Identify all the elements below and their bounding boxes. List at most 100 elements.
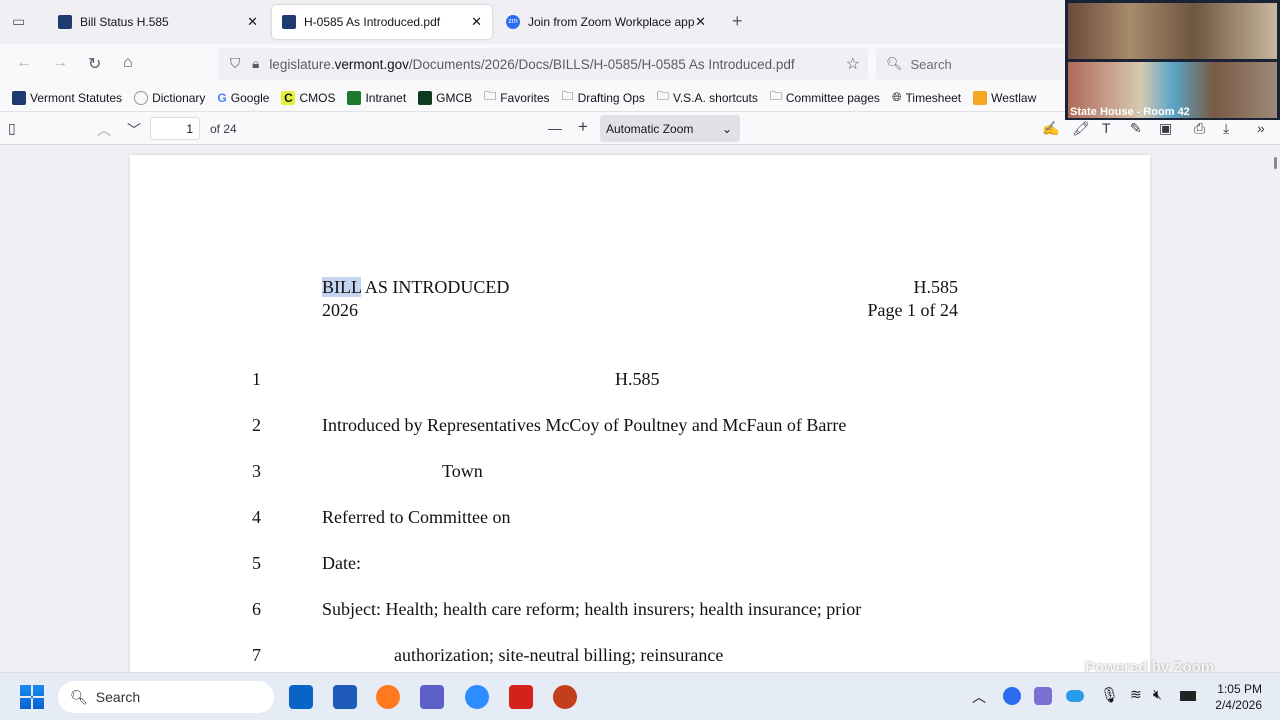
zoom-icon[interactable] xyxy=(465,685,489,709)
bookmark-label: Westlaw xyxy=(991,90,1037,105)
chevron-down-icon: ⌄ xyxy=(721,122,732,136)
clock[interactable]: 1:05 PM 2/4/2026 xyxy=(1208,681,1262,713)
bookmark-drafting-ops[interactable]: 🗀 Drafting Ops xyxy=(562,87,645,108)
selected-text: BILL xyxy=(322,277,362,297)
zoom-in-button[interactable]: + xyxy=(578,117,588,137)
subject-continued: authorization; site-neutral billing; rei… xyxy=(394,645,724,665)
powerpoint-icon[interactable] xyxy=(553,685,577,709)
wifi-icon[interactable]: ≋ xyxy=(1130,686,1142,703)
bookmark-committee-pages[interactable]: 🗀 Committee pages xyxy=(770,87,880,108)
close-tab-icon[interactable]: ✕ xyxy=(247,14,258,30)
cmos-icon: C xyxy=(281,90,296,105)
bookmark-vsa-shortcuts[interactable]: 🗀 V.S.A. shortcuts xyxy=(657,87,758,108)
save-icon[interactable]: ⤓ xyxy=(1223,120,1229,137)
page-number-input[interactable]: 1 xyxy=(150,117,200,140)
firefox-icon[interactable] xyxy=(376,685,400,709)
zoom-select[interactable]: Automatic Zoom ⌄ xyxy=(600,115,740,142)
taskbar-search[interactable]: 🔍︎ Search xyxy=(58,681,274,713)
header-text: AS INTRODUCED xyxy=(361,277,510,297)
line-number: 1 xyxy=(252,369,261,389)
bookmark-timesheet[interactable]: 🌐︎ Timesheet xyxy=(892,90,961,105)
outlook-icon[interactable] xyxy=(289,685,313,709)
bill-title: H.585 xyxy=(615,369,660,389)
bookmark-label: Google xyxy=(230,90,270,105)
shield-icon: ⛉ xyxy=(230,56,241,71)
video-feed-top xyxy=(1068,3,1277,59)
url-bar[interactable]: ⛉ 🔒︎ legislature. vermont.gov/Documents/2… xyxy=(218,48,868,80)
draw-icon[interactable]: ✎ xyxy=(1130,120,1142,137)
highlight-icon[interactable]: 🖍︎ xyxy=(1072,120,1090,137)
bookmark-cmos[interactable]: C CMOS xyxy=(281,90,335,105)
search-icon: 🔍︎ xyxy=(886,56,903,71)
globe-icon: 🌐︎ xyxy=(891,90,902,104)
onedrive-icon[interactable] xyxy=(1066,690,1084,702)
close-tab-icon[interactable]: ✕ xyxy=(695,14,706,30)
folder-icon: 🗀 xyxy=(656,89,669,103)
line-number: 4 xyxy=(252,507,261,527)
tab-label: Join from Zoom Workplace app xyxy=(528,15,695,29)
previous-page-button[interactable]: ︿ xyxy=(97,120,111,140)
tab-bill-status[interactable]: Bill Status H.585 ✕ xyxy=(48,5,268,39)
home-button[interactable]: ⌂ xyxy=(123,54,133,72)
new-tab-button[interactable]: + xyxy=(732,11,743,32)
pdf-viewer: BILL AS INTRODUCED 2026 H.585 Page 1 of … xyxy=(0,145,1280,695)
header-page: Page 1 of 24 xyxy=(867,300,958,320)
sponsors-continued: Town xyxy=(442,461,483,481)
signature-icon[interactable]: ✍ xyxy=(1042,120,1059,137)
search-icon: 🔍︎ xyxy=(70,688,88,705)
word-icon[interactable] xyxy=(333,685,357,709)
tab-pdf[interactable]: H-0585 As Introduced.pdf ✕ xyxy=(272,5,492,39)
bookmark-favorites[interactable]: 🗀 Favorites xyxy=(484,87,549,108)
header-bill-status: BILL AS INTRODUCED xyxy=(322,277,509,298)
line-number: 5 xyxy=(252,553,261,573)
date-line: Date: xyxy=(322,553,361,573)
zoom-tray-icon[interactable] xyxy=(1003,687,1021,705)
url-host: vermont.gov xyxy=(334,56,409,72)
next-page-button[interactable]: ﹀ xyxy=(127,120,141,140)
teams-icon[interactable] xyxy=(420,685,444,709)
text-icon[interactable]: T xyxy=(1102,120,1111,136)
acrobat-icon[interactable] xyxy=(509,685,533,709)
folder-icon: 🗀 xyxy=(561,89,574,103)
speaker-muted-icon[interactable]: 🔇︎ xyxy=(1153,686,1162,703)
lock-icon: 🔒︎ xyxy=(252,56,260,71)
tab-list-icon[interactable]: ▭ xyxy=(12,13,25,30)
battery-icon[interactable] xyxy=(1180,691,1196,701)
tab-zoom[interactable]: zm Join from Zoom Workplace app ✕ xyxy=(496,5,716,39)
subject-line: Subject: Health; health care reform; hea… xyxy=(322,599,862,619)
start-button[interactable] xyxy=(20,685,44,709)
show-hidden-icons[interactable]: ︿ xyxy=(972,687,986,707)
teams-tray-icon[interactable] xyxy=(1034,687,1052,705)
more-tools-icon[interactable]: » xyxy=(1257,120,1265,136)
tab-label: H-0585 As Introduced.pdf xyxy=(304,15,441,29)
search-input[interactable]: 🔍︎ Search xyxy=(876,48,1076,80)
close-tab-icon[interactable]: ✕ xyxy=(471,14,482,30)
bookmark-star-icon[interactable]: ☆ xyxy=(846,54,860,74)
line-number: 7 xyxy=(252,645,261,665)
scrollbar[interactable] xyxy=(1274,157,1277,169)
vermont-icon xyxy=(12,90,26,105)
print-icon[interactable]: ⎙ xyxy=(1194,120,1205,137)
header-year: 2026 xyxy=(322,300,358,320)
microphone-icon[interactable]: 🎙︎ xyxy=(1100,686,1119,704)
sponsors-line: Introduced by Representatives McCoy of P… xyxy=(322,415,847,435)
page-count: of 24 xyxy=(210,122,237,136)
bookmark-gmcb[interactable]: GMCB xyxy=(418,90,472,105)
bookmark-label: Timesheet xyxy=(905,90,962,105)
pdf-page: BILL AS INTRODUCED 2026 H.585 Page 1 of … xyxy=(130,155,1150,695)
bookmark-intranet[interactable]: Intranet xyxy=(347,90,406,105)
zoom-video-panel[interactable]: State House - Room 42 xyxy=(1065,0,1280,120)
bookmark-westlaw[interactable]: Westlaw xyxy=(973,90,1037,105)
dictionary-icon xyxy=(134,90,149,105)
forward-button[interactable]: → xyxy=(52,54,68,72)
bookmark-google[interactable]: G Google xyxy=(217,91,269,105)
reload-button[interactable]: ↻ xyxy=(88,54,101,74)
sidebar-toggle-icon[interactable]: ▯ xyxy=(8,120,16,137)
bookmark-dictionary[interactable]: Dictionary xyxy=(134,90,205,105)
zoom-out-button[interactable]: — xyxy=(548,120,562,136)
westlaw-icon xyxy=(973,90,988,105)
bookmark-vermont-statutes[interactable]: Vermont Statutes xyxy=(12,90,122,105)
back-button[interactable]: ← xyxy=(16,54,32,72)
folder-icon: 🗀 xyxy=(769,89,782,103)
image-icon[interactable]: ▣ xyxy=(1159,120,1172,137)
